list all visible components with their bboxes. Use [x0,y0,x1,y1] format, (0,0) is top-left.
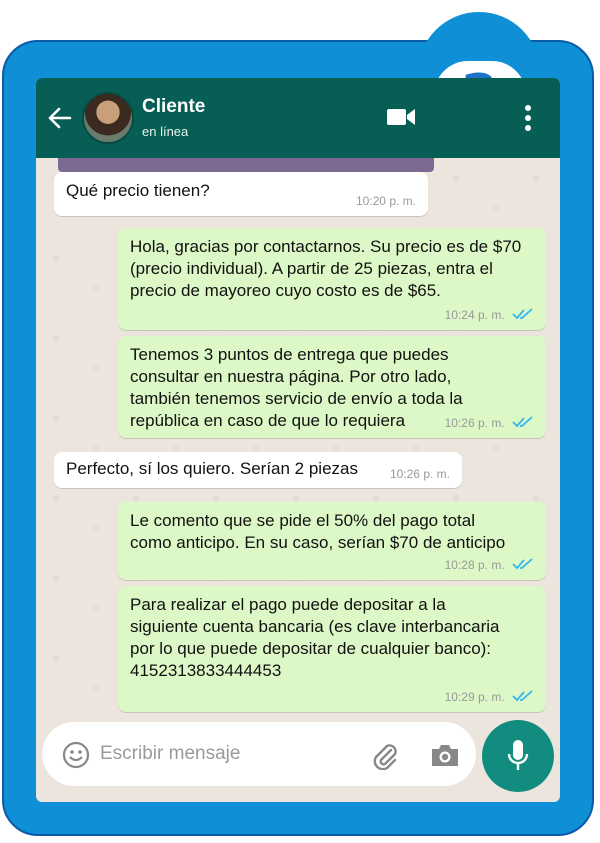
message-text: Para realizar el pago puede depositar a … [130,595,500,658]
microphone-icon [507,740,529,770]
message-outgoing: Le comento que se pide el 50% del pago t… [118,502,546,580]
message-time: 10:28 p. m. [444,558,505,572]
message-input-bar[interactable]: Escribir mensaje [42,722,476,786]
voice-record-button[interactable] [482,720,554,792]
message-outgoing: Para realizar el pago puede depositar a … [118,586,546,712]
message-text: Perfecto, sí los quiero. Serían 2 piezas [66,459,358,478]
contact-name[interactable]: Cliente [142,96,205,118]
message-time: 10:26 p. m. [389,467,450,481]
message-time-row: 10:24 p. m. [445,304,534,326]
contact-status: en línea [142,124,189,139]
message-time: 10:24 p. m. [444,308,505,322]
message-time-row: 10:28 p. m. [445,554,534,576]
message-incoming: Perfecto, sí los quiero. Serían 2 piezas… [54,452,462,488]
message-text: Tenemos 3 puntos de entrega que puedes c… [130,345,463,430]
chat-header: Cliente en línea [36,78,560,158]
message-time: 10:26 p. m. [444,416,505,430]
message-outgoing: Tenemos 3 puntos de entrega que puedes c… [118,336,546,438]
message-time: 10:29 p. m. [444,690,505,704]
emoji-icon[interactable] [62,741,90,769]
message-outgoing: Hola, gracias por contactarnos. Su preci… [118,228,546,330]
message-time-row: 10:29 p. m. [445,686,534,708]
message-time-row: 10:26 p. m. [445,412,534,434]
message-text: Qué precio tienen? [66,181,210,200]
message-text: Le comento que se pide el 50% del pago t… [130,511,506,552]
account-number: 4152313833444453 [130,661,282,680]
more-options-icon[interactable] [524,104,532,132]
back-arrow-icon[interactable] [46,104,74,132]
camera-icon[interactable] [430,742,460,768]
read-ticks-icon [512,416,533,428]
attach-paperclip-icon[interactable] [370,740,400,770]
message-time: 10:20 p. m. [355,194,416,208]
message-incoming: Qué precio tienen? 10:20 p. m. [54,172,428,216]
message-input[interactable]: Escribir mensaje [100,743,240,765]
video-call-icon[interactable] [386,106,416,128]
read-ticks-icon [512,690,533,702]
read-ticks-icon [512,308,533,320]
read-ticks-icon [512,558,533,570]
chat-screen: Qué precio tienen? 10:20 p. m. Hola, gra… [36,78,560,802]
shared-image-fragment [58,158,434,172]
message-text: Hola, gracias por contactarnos. Su preci… [130,237,522,300]
avatar[interactable] [82,92,134,144]
